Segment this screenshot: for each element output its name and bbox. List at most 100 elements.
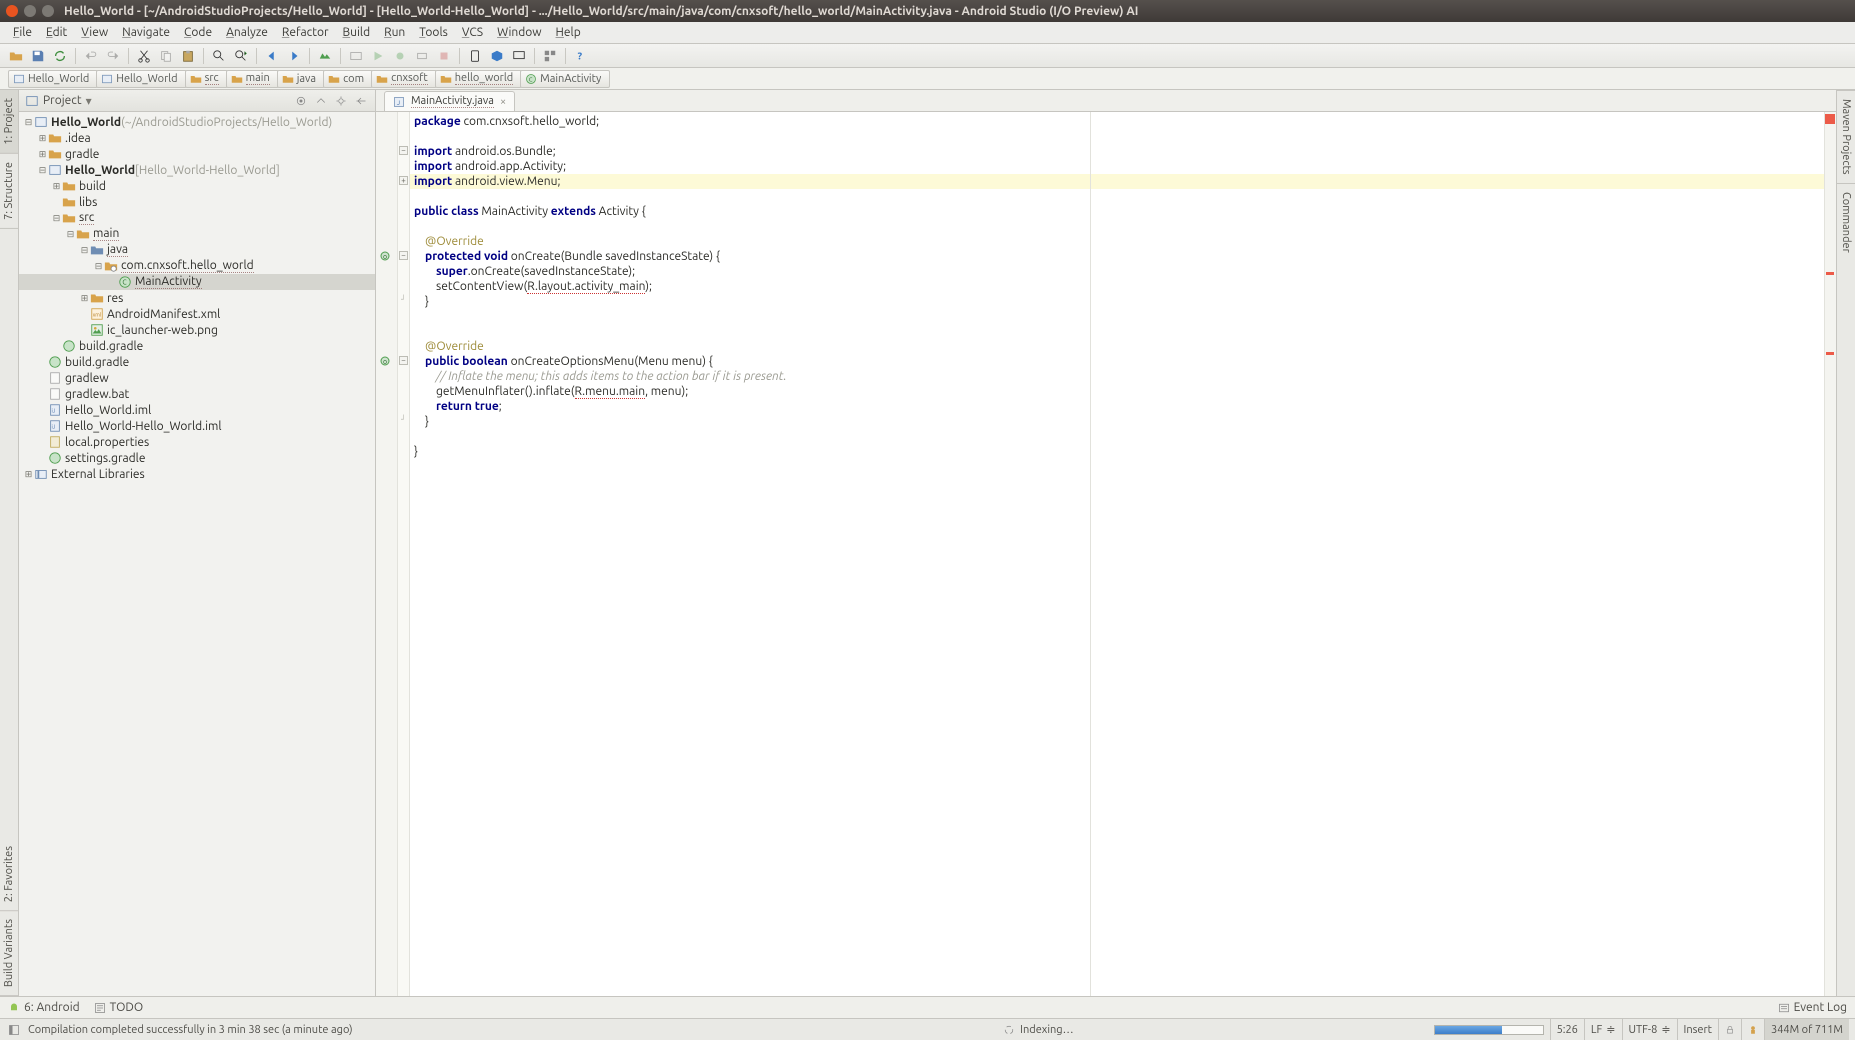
tree-node[interactable]: settings.gradle — [19, 450, 375, 466]
close-tab-icon[interactable]: × — [500, 96, 506, 108]
file-encoding[interactable]: UTF-8≑ — [1622, 1019, 1677, 1040]
save-icon[interactable] — [28, 46, 48, 66]
editor-body[interactable]: oo −+−┘−┘ package com.cnxsoft.hello_worl… — [376, 112, 1836, 996]
breadcrumb-item[interactable]: hello_world — [435, 70, 522, 88]
menu-tools[interactable]: Tools — [412, 24, 455, 41]
maximize-window-button[interactable] — [42, 5, 54, 17]
insert-mode[interactable]: Insert — [1677, 1019, 1718, 1040]
sidetab-commander[interactable]: Commander — [1837, 183, 1855, 261]
help-icon[interactable]: ? — [571, 46, 591, 66]
tree-node[interactable]: libs — [19, 194, 375, 210]
hector-icon[interactable] — [1741, 1019, 1764, 1040]
toggle-tool-windows-icon[interactable] — [6, 1022, 22, 1038]
copy-icon[interactable] — [156, 46, 176, 66]
attach-icon[interactable] — [412, 46, 432, 66]
breadcrumb-item[interactable]: java — [277, 70, 325, 88]
error-marker[interactable] — [1826, 272, 1834, 275]
avd-icon[interactable] — [465, 46, 485, 66]
settings-icon[interactable] — [333, 93, 349, 109]
editor-tab[interactable]: J MainActivity.java × — [384, 91, 515, 111]
error-marker[interactable] — [1826, 352, 1834, 355]
read-only-icon[interactable] — [1718, 1019, 1741, 1040]
memory-indicator[interactable]: 344M of 711M — [1764, 1019, 1849, 1040]
forward-icon[interactable] — [284, 46, 304, 66]
menu-analyze[interactable]: Analyze — [219, 24, 275, 41]
open-icon[interactable] — [6, 46, 26, 66]
debug-icon[interactable] — [390, 46, 410, 66]
breadcrumb-item[interactable]: CMainActivity — [520, 70, 610, 88]
run-icon[interactable] — [368, 46, 388, 66]
tree-node[interactable]: iJHello_World.iml — [19, 402, 375, 418]
minimize-window-button[interactable] — [24, 5, 36, 17]
caret-position[interactable]: 5:26 — [1550, 1019, 1584, 1040]
tab-event-log[interactable]: Event Log — [1778, 1001, 1847, 1014]
editor-gutter[interactable]: oo — [376, 112, 398, 996]
undo-icon[interactable] — [81, 46, 101, 66]
redo-icon[interactable] — [103, 46, 123, 66]
menu-run[interactable]: Run — [377, 24, 412, 41]
tree-node[interactable]: ⊟java — [19, 242, 375, 258]
breadcrumb-item[interactable]: Hello_World — [96, 70, 186, 88]
sidetab-7--structure[interactable]: 7: Structure — [0, 154, 18, 229]
project-tree[interactable]: ⊟Hello_World (~/AndroidStudioProjects/He… — [19, 112, 375, 996]
tab-android[interactable]: 6: Android — [8, 1001, 80, 1014]
error-stripe[interactable] — [1824, 112, 1836, 996]
menu-help[interactable]: Help — [549, 24, 588, 41]
menu-code[interactable]: Code — [177, 24, 219, 41]
make-icon[interactable] — [315, 46, 335, 66]
run-config-icon[interactable] — [346, 46, 366, 66]
tree-node[interactable]: local.properties — [19, 434, 375, 450]
analysis-status-icon[interactable] — [1825, 114, 1835, 124]
breadcrumb-item[interactable]: com — [323, 70, 373, 88]
paste-icon[interactable] — [178, 46, 198, 66]
sync-icon[interactable] — [50, 46, 70, 66]
collapse-all-icon[interactable] — [313, 93, 329, 109]
stop-icon[interactable] — [434, 46, 454, 66]
sidetab-2--favorites[interactable]: 2: Favorites — [0, 838, 18, 911]
tree-node[interactable]: ⊟src — [19, 210, 375, 226]
tree-node[interactable]: ⊞res — [19, 290, 375, 306]
tree-node[interactable]: iJHello_World-Hello_World.iml — [19, 418, 375, 434]
menu-window[interactable]: Window — [490, 24, 548, 41]
tree-node[interactable]: gradlew — [19, 370, 375, 386]
tree-node[interactable]: build.gradle — [19, 338, 375, 354]
tree-node[interactable]: xmlAndroidManifest.xml — [19, 306, 375, 322]
menu-file[interactable]: File — [6, 24, 39, 41]
tree-node[interactable]: ⊞.idea — [19, 130, 375, 146]
close-window-button[interactable] — [6, 5, 18, 17]
tree-node[interactable]: build.gradle — [19, 354, 375, 370]
tree-node[interactable]: ⊞build — [19, 178, 375, 194]
tree-node[interactable]: ⊟Hello_World (~/AndroidStudioProjects/He… — [19, 114, 375, 130]
tree-node[interactable]: ⊟Hello_World [Hello_World-Hello_World] — [19, 162, 375, 178]
breadcrumb-item[interactable]: cnxsoft — [371, 70, 437, 88]
back-icon[interactable] — [262, 46, 282, 66]
fold-column[interactable]: −+−┘−┘ — [398, 112, 410, 996]
replace-icon[interactable] — [231, 46, 251, 66]
monitor-icon[interactable] — [509, 46, 529, 66]
line-separator[interactable]: LF≑ — [1584, 1019, 1622, 1040]
sidetab-build-variants[interactable]: Build Variants — [0, 911, 18, 996]
tree-node[interactable]: CMainActivity — [19, 274, 375, 290]
menu-vcs[interactable]: VCS — [455, 24, 490, 41]
tree-node[interactable]: ⊞gradle — [19, 146, 375, 162]
tree-node[interactable]: ⊞External Libraries — [19, 466, 375, 482]
breadcrumb-item[interactable]: src — [185, 70, 228, 88]
tree-node[interactable]: ic_launcher-web.png — [19, 322, 375, 338]
tab-todo[interactable]: TODO — [94, 1001, 144, 1014]
tree-node[interactable]: gradlew.bat — [19, 386, 375, 402]
sidetab-maven-projects[interactable]: Maven Projects — [1837, 90, 1855, 183]
find-icon[interactable] — [209, 46, 229, 66]
scroll-to-source-icon[interactable] — [293, 93, 309, 109]
cut-icon[interactable] — [134, 46, 154, 66]
menu-build[interactable]: Build — [336, 24, 378, 41]
tree-node[interactable]: ⊟com.cnxsoft.hello_world — [19, 258, 375, 274]
code-area[interactable]: package com.cnxsoft.hello_world;import a… — [410, 112, 1836, 996]
menu-navigate[interactable]: Navigate — [115, 24, 177, 41]
breadcrumb-item[interactable]: main — [226, 70, 279, 88]
hide-icon[interactable] — [353, 93, 369, 109]
menu-edit[interactable]: Edit — [39, 24, 74, 41]
project-structure-icon[interactable] — [540, 46, 560, 66]
sidetab-1--project[interactable]: 1: Project — [0, 90, 18, 154]
sdk-icon[interactable] — [487, 46, 507, 66]
menu-view[interactable]: View — [74, 24, 115, 41]
